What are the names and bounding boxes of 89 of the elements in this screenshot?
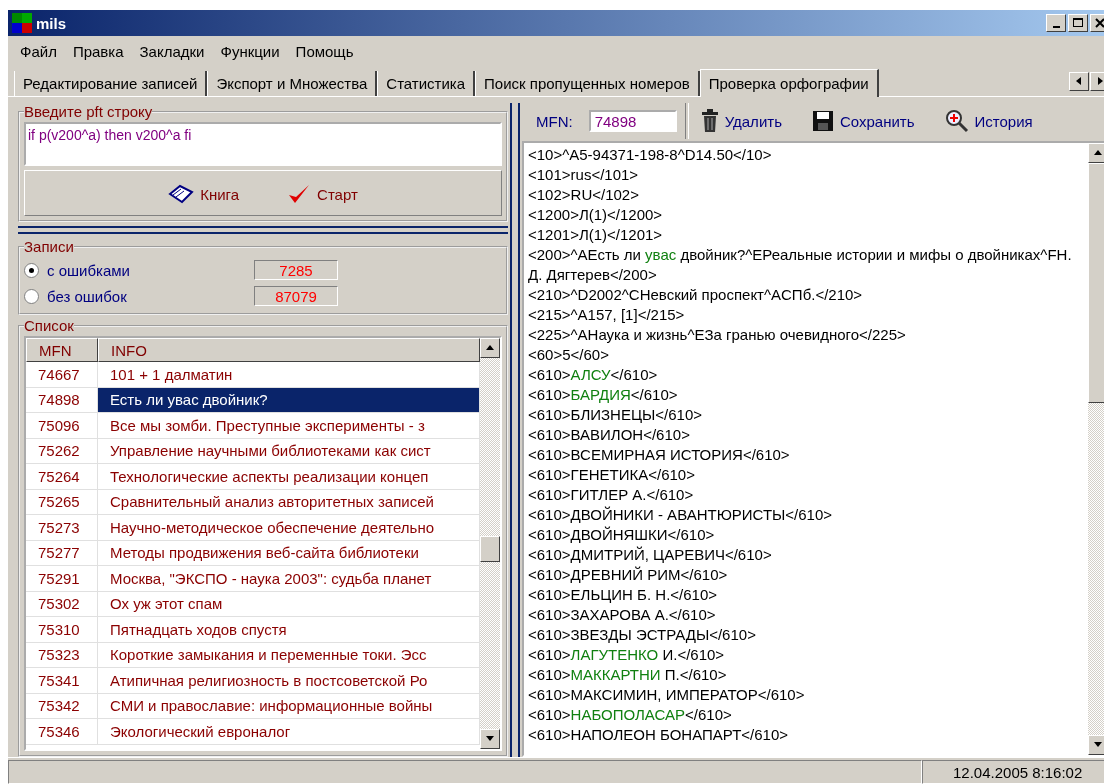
scroll-up-button[interactable]: [480, 338, 500, 358]
scrollbar[interactable]: [1088, 143, 1104, 755]
menu-item[interactable]: Помощь: [287, 42, 362, 60]
record-line: <610>НАПОЛЕОН БОНАПАРТ</610>: [528, 725, 790, 745]
up-arrow-icon: [1093, 148, 1103, 158]
record-editor[interactable]: [522, 141, 1104, 757]
scroll-down-button[interactable]: [480, 729, 500, 749]
record-line: <610>ВАВИЛОН</610>: [528, 425, 691, 445]
record-line: <215>^A157, [1]</215>: [528, 305, 686, 325]
record-line: <610>ЕЛЬЦИН Б. Н.</610>: [528, 585, 718, 605]
menu-item[interactable]: Функции: [212, 42, 288, 60]
record-line: <1200>Л(1)</1200>: [528, 205, 664, 225]
right-arrow-icon: [1095, 76, 1104, 86]
scrollbar[interactable]: [480, 338, 500, 749]
scroll-down-button[interactable]: [1088, 735, 1104, 755]
menu-item[interactable]: Правка: [64, 42, 132, 60]
record-line: <610>БАРДИЯ</610>: [528, 385, 679, 405]
record-line: <610>ЗВЕЗДЫ ЭСТРАДЫ</610>: [528, 625, 757, 645]
record-line: <210>^D2002^CНевский проспект^AСПб.</210>: [528, 285, 864, 305]
record-line: <101>rus</101>: [528, 165, 640, 185]
record-line: <610>ДМИТРИЙ, ЦАРЕВИЧ</610>: [528, 545, 773, 565]
splitter[interactable]: [18, 226, 508, 234]
menu-item[interactable]: Файл: [12, 42, 65, 60]
record-line: <610>ДВОЙНЯШКИ</610>: [528, 525, 716, 545]
scroll-tabs-left-button[interactable]: [1069, 71, 1089, 91]
record-line: <610>ЗАХАРОВА А.</610>: [528, 605, 717, 625]
menu-item[interactable]: Закладки: [131, 42, 213, 60]
record-line: <225>^AНаука и жизнь^EЗа гранью очевидного</225>: [528, 325, 907, 345]
record-line: <1201>Л(1)</1201>: [528, 225, 664, 245]
book-button[interactable]: Книга: [164, 183, 244, 205]
history-button[interactable]: История: [940, 109, 1037, 133]
record-line: <610>ЛАГУТЕНКО И.</610>: [528, 645, 726, 665]
status-datetime: 12.04.2005 8:16:02: [922, 760, 1104, 784]
group-title: Записи: [24, 238, 74, 255]
tab[interactable]: Проверка орфографии: [699, 69, 879, 97]
record-line: <610>ДРЕВНИЙ РИМ</610>: [528, 565, 729, 585]
tab[interactable]: Поиск пропущенных номеров: [475, 71, 700, 96]
scrollbar-thumb[interactable]: [1088, 163, 1104, 403]
record-line: <610>ДВОЙНИКИ - АВАНТЮРИСТЫ</610>: [528, 505, 834, 525]
radio-option[interactable]: без ошибок: [24, 287, 254, 305]
radio-button[interactable]: [24, 288, 39, 304]
save-button[interactable]: Сохранить: [807, 110, 919, 132]
close-button[interactable]: [1090, 14, 1104, 32]
app-logo-icon: [12, 13, 32, 33]
scrollbar-thumb[interactable]: [480, 536, 500, 562]
record-line: <610>ГИТЛЕР А.</610>: [528, 485, 695, 505]
left-arrow-icon: [1074, 76, 1084, 86]
trash-icon: [700, 109, 719, 133]
maximize-button[interactable]: [1068, 14, 1088, 32]
tab[interactable]: Статистика: [377, 71, 476, 96]
column-header[interactable]: INFO: [98, 338, 480, 362]
splitter[interactable]: [510, 103, 520, 757]
group-title: Введите pft строку: [24, 103, 153, 120]
window-title: mils: [36, 14, 67, 32]
up-arrow-icon: [485, 343, 495, 353]
record-count: 7285: [254, 260, 338, 280]
radio-option[interactable]: с ошибками: [24, 261, 254, 279]
mfn-label: MFN:: [535, 112, 574, 130]
group-title: Список: [24, 317, 74, 334]
record-line: <610>МАКСИМИН, ИМПЕРАТОР</610>: [528, 685, 806, 705]
radio-button[interactable]: [24, 262, 39, 278]
minimize-button[interactable]: [1046, 14, 1066, 32]
table-cell[interactable]: Есть ли увас двойник?: [98, 387, 480, 412]
column-header[interactable]: MFN: [26, 338, 98, 362]
record-line: <610>ВСЕМИРНАЯ ИСТОРИЯ</610>: [528, 445, 791, 465]
tab[interactable]: Экспорт и Множества: [207, 71, 378, 96]
mfn-field[interactable]: 74898: [588, 110, 677, 132]
record-line: <60>5</60>: [528, 345, 610, 365]
record-line: <200>^AЕсть ли увас двойник?^EРеальные истории и мифы о двойниках^FН. Д. Дягтерев</200>: [528, 245, 1073, 285]
record-line: <102>RU</102>: [528, 185, 640, 205]
scroll-tabs-right-button[interactable]: [1090, 71, 1104, 91]
record-line: <10>^A5-94371-198-8^D14.50</10>: [528, 145, 773, 165]
record-line: <610>МАККАРТНИ П.</610>: [528, 665, 728, 685]
book-icon: [168, 184, 195, 204]
record-line: <610>АЛСУ</610>: [528, 365, 659, 385]
record-line: <610>НАБОПОЛАСАР</610>: [528, 705, 733, 725]
maximize-icon: [1073, 18, 1083, 28]
magnifier-icon: [944, 109, 969, 133]
scroll-up-button[interactable]: [1088, 143, 1104, 163]
tab[interactable]: Редактирование записей: [14, 71, 208, 96]
minimize-icon: [1052, 25, 1060, 28]
record-line: <610>ГЕНЕТИКА</610>: [528, 465, 696, 485]
delete-button[interactable]: Удалить: [696, 109, 786, 133]
record-line: <610>БЛИЗНЕЦЫ</610>: [528, 405, 703, 425]
start-button[interactable]: Старт: [283, 183, 362, 205]
close-icon: [1095, 18, 1104, 28]
checkmark-icon: [287, 183, 312, 205]
record-count: 87079: [254, 286, 338, 306]
query-field[interactable]: if p(v200^a) then v200^a fi: [24, 122, 502, 166]
